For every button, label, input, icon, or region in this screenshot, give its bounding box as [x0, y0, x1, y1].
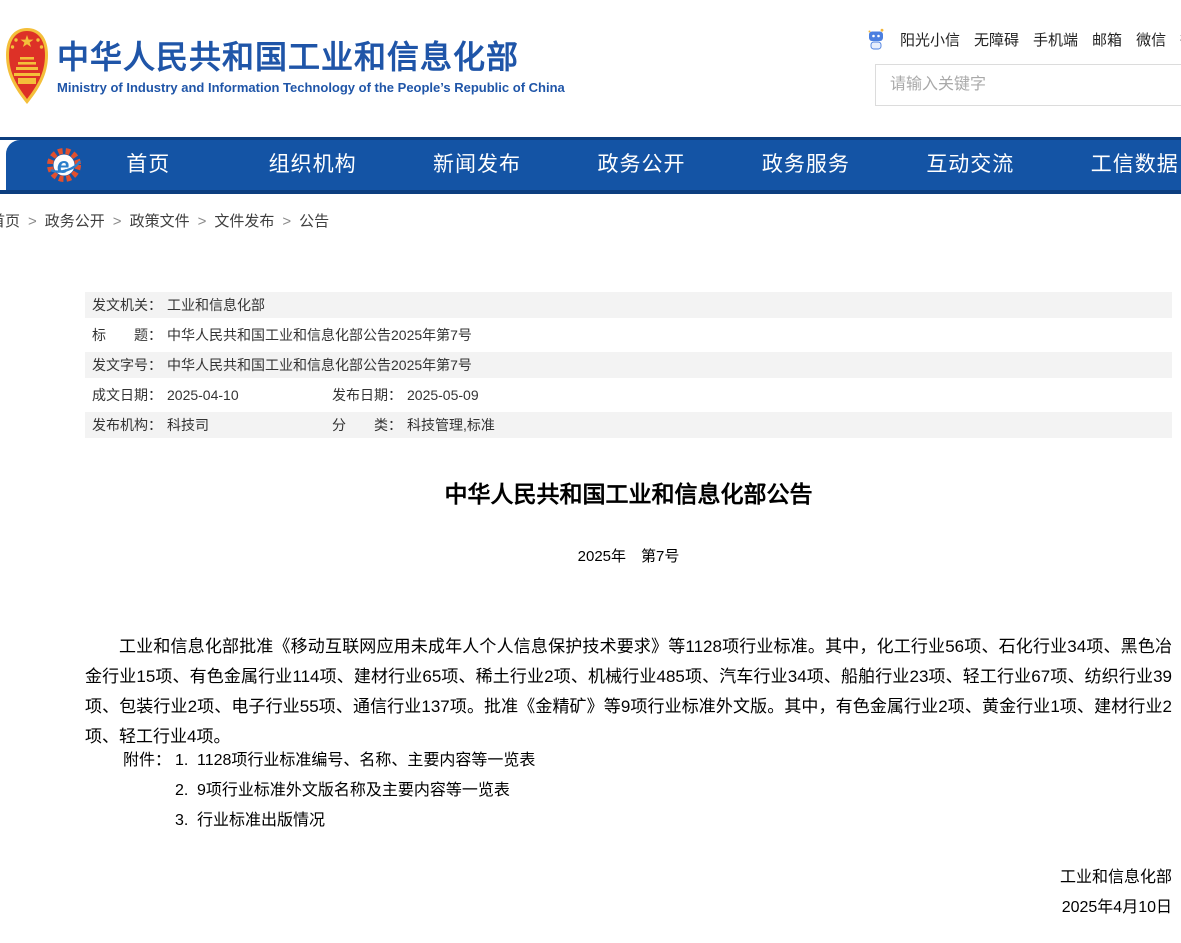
meta-row-0: 发文机关： 工业和信息化部 [85, 292, 1172, 318]
nav-item-1[interactable]: 组织机构 [230, 140, 394, 190]
attachments-label: 附件： [123, 746, 175, 836]
nav-items: 首页组织机构新闻发布政务公开政务服务互动交流工信数据 [66, 140, 1181, 190]
meta-cell: 发文字号： 中华人民共和国工业和信息化部公告2025年第7号 [92, 355, 472, 375]
doc-title: 中华人民共和国工业和信息化部公告 [85, 480, 1172, 508]
meta-value: 2025-04-10 [167, 387, 239, 403]
quick-link-3[interactable]: 邮箱 [1092, 29, 1122, 50]
meta-table: 发文机关： 工业和信息化部标 题： 中华人民共和国工业和信息化部公告2025年第7号… [85, 292, 1172, 442]
site-title-block: 中华人民共和国工业和信息化部 Ministry of Industry and … [57, 40, 565, 95]
meta-cell: 发布机构： 科技司 [92, 415, 332, 435]
breadcrumb-item-2[interactable]: 政策文件 [130, 213, 190, 230]
meta-cell: 分 类： 科技管理,标准 [332, 415, 495, 435]
search-input[interactable] [875, 64, 1181, 106]
nav-item-6[interactable]: 工信数据 [1053, 140, 1181, 190]
meta-label: 发布机构： [92, 417, 162, 433]
attachment-item-1[interactable]: 2.9项行业标准外文版名称及主要内容等一览表 [175, 776, 535, 806]
attachment-item-2[interactable]: 3.行业标准出版情况 [175, 806, 535, 836]
breadcrumb: 首页 > 政务公开 > 政策文件 > 文件发布 > 公告 [0, 207, 329, 237]
breadcrumb-separator: > [282, 213, 291, 230]
nav-item-4[interactable]: 政务服务 [724, 140, 888, 190]
attachment-text: 行业标准出版情况 [197, 812, 325, 829]
meta-label: 标 题： [92, 327, 162, 343]
meta-label: 发布日期： [332, 387, 402, 403]
signature-org: 工业和信息化部 [85, 863, 1172, 893]
breadcrumb-item-1[interactable]: 政务公开 [45, 213, 105, 230]
meta-value: 2025-05-09 [407, 387, 479, 403]
signature-date: 2025年4月10日 [85, 893, 1172, 923]
issue-number: 2025年 第7号 [85, 546, 1172, 568]
breadcrumb-item-3[interactable]: 文件发布 [214, 213, 274, 230]
breadcrumb-item-0[interactable]: 首页 [0, 213, 20, 230]
meta-row-2: 发文字号： 中华人民共和国工业和信息化部公告2025年第7号 [85, 352, 1172, 378]
site-title: 中华人民共和国工业和信息化部 [57, 40, 565, 74]
meta-value: 中华人民共和国工业和信息化部公告2025年第7号 [167, 357, 472, 373]
meta-cell: 发文机关： 工业和信息化部 [92, 295, 265, 315]
quick-link-0[interactable]: 阳光小信 [900, 29, 960, 50]
meta-label: 分 类： [332, 417, 402, 433]
meta-value: 科技管理,标准 [407, 417, 495, 433]
nav-item-0[interactable]: 首页 [66, 140, 230, 190]
breadcrumb-separator: > [198, 213, 207, 230]
meta-row-1: 标 题： 中华人民共和国工业和信息化部公告2025年第7号 [85, 322, 1172, 348]
meta-cell: 标 题： 中华人民共和国工业和信息化部公告2025年第7号 [92, 325, 472, 345]
nav-bottom-edge [0, 190, 1181, 194]
quick-links: 阳光小信无障碍手机端邮箱微信微博 [900, 29, 1181, 50]
site-subtitle: Ministry of Industry and Information Tec… [57, 80, 565, 95]
meta-row-3: 成文日期： 2025-04-10 发布日期： 2025-05-09 [85, 382, 1172, 408]
breadcrumb-item-4[interactable]: 公告 [299, 213, 329, 230]
meta-cell: 发布日期： 2025-05-09 [332, 385, 479, 405]
body-paragraph: 工业和信息化部批准《移动互联网应用未成年人个人信息保护技术要求》等1128项行业… [85, 632, 1172, 752]
nav-bar: e 首页组织机构新闻发布政务公开政务服务互动交流工信数据 [6, 140, 1181, 190]
meta-value: 中华人民共和国工业和信息化部公告2025年第7号 [167, 327, 472, 343]
meta-label: 成文日期： [92, 387, 162, 403]
breadcrumb-separator: > [28, 213, 37, 230]
site-header: 中华人民共和国工业和信息化部 Ministry of Industry and … [0, 0, 1181, 137]
breadcrumb-separator: > [113, 213, 122, 230]
quick-link-2[interactable]: 手机端 [1033, 29, 1078, 50]
attachment-text: 1128项行业标准编号、名称、主要内容等一览表 [197, 752, 535, 769]
attachment-number: 2. [175, 776, 197, 806]
attachments: 附件： 1.1128项行业标准编号、名称、主要内容等一览表2.9项行业标准外文版… [123, 746, 535, 836]
nav-item-3[interactable]: 政务公开 [559, 140, 723, 190]
main-nav: e 首页组织机构新闻发布政务公开政务服务互动交流工信数据 [0, 137, 1181, 194]
quick-link-1[interactable]: 无障碍 [974, 29, 1019, 50]
nav-item-2[interactable]: 新闻发布 [395, 140, 559, 190]
meta-value: 工业和信息化部 [167, 297, 265, 313]
meta-row-4: 发布机构： 科技司 分 类： 科技管理,标准 [85, 412, 1172, 438]
nav-item-5[interactable]: 互动交流 [888, 140, 1052, 190]
meta-value: 科技司 [167, 417, 209, 433]
meta-label: 发文机关： [92, 297, 162, 313]
mascot-robot-icon [866, 28, 886, 50]
attachment-text: 9项行业标准外文版名称及主要内容等一览表 [197, 782, 510, 799]
quick-links-row: 阳光小信无障碍手机端邮箱微信微博 [866, 28, 1181, 50]
national-emblem-icon [4, 27, 50, 105]
attachments-list: 1.1128项行业标准编号、名称、主要内容等一览表2.9项行业标准外文版名称及主… [175, 746, 535, 836]
meta-label: 发文字号： [92, 357, 162, 373]
attachment-item-0[interactable]: 1.1128项行业标准编号、名称、主要内容等一览表 [175, 746, 535, 776]
attachment-number: 3. [175, 806, 197, 836]
meta-cell: 成文日期： 2025-04-10 [92, 385, 332, 405]
quick-link-4[interactable]: 微信 [1136, 29, 1166, 50]
attachment-number: 1. [175, 746, 197, 776]
